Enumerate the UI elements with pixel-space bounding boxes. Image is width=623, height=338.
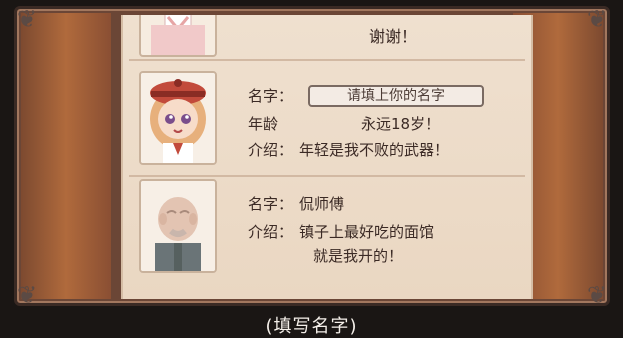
character-list[interactable]: 谢谢！ 名字： 请填上你的名字 年龄 永远18岁！ 介绍： 年轻是我不败的武器！… [121,15,533,299]
name-value: 侃师傅 [299,195,345,213]
portrait-old-man [139,179,217,273]
ornament-icon: ❦ [16,281,38,309]
portrait-partial [139,15,217,57]
age-label: 年龄 [248,115,279,133]
ornament-icon: ❦ [16,5,38,33]
intro-value-line2: 就是我开的！ [313,247,404,265]
divider [129,59,525,61]
name-input[interactable]: 请填上你的名字 [308,85,484,107]
ornament-icon: ❦ [586,281,608,309]
dialog-text: 谢谢！ [369,27,418,46]
intro-value: 年轻是我不败的武器！ [299,141,450,159]
ornament-icon: ❦ [586,5,608,33]
wood-panel-left [21,13,111,299]
subtitle-caption: (填写名字) [265,316,358,337]
age-value: 永远18岁！ [361,115,441,133]
name-label: 名字： [248,87,294,105]
intro-label: 介绍： [248,141,294,159]
name-label: 名字： [248,195,294,213]
dialog-frame: 谢谢！ 名字： 请填上你的名字 年龄 永远18岁！ 介绍： 年轻是我不败的武器！… [14,5,610,309]
portrait-girl [139,71,217,165]
intro-label: 介绍： [248,223,294,241]
intro-value-line1: 镇子上最好吃的面馆 [299,223,435,241]
divider [129,175,525,177]
